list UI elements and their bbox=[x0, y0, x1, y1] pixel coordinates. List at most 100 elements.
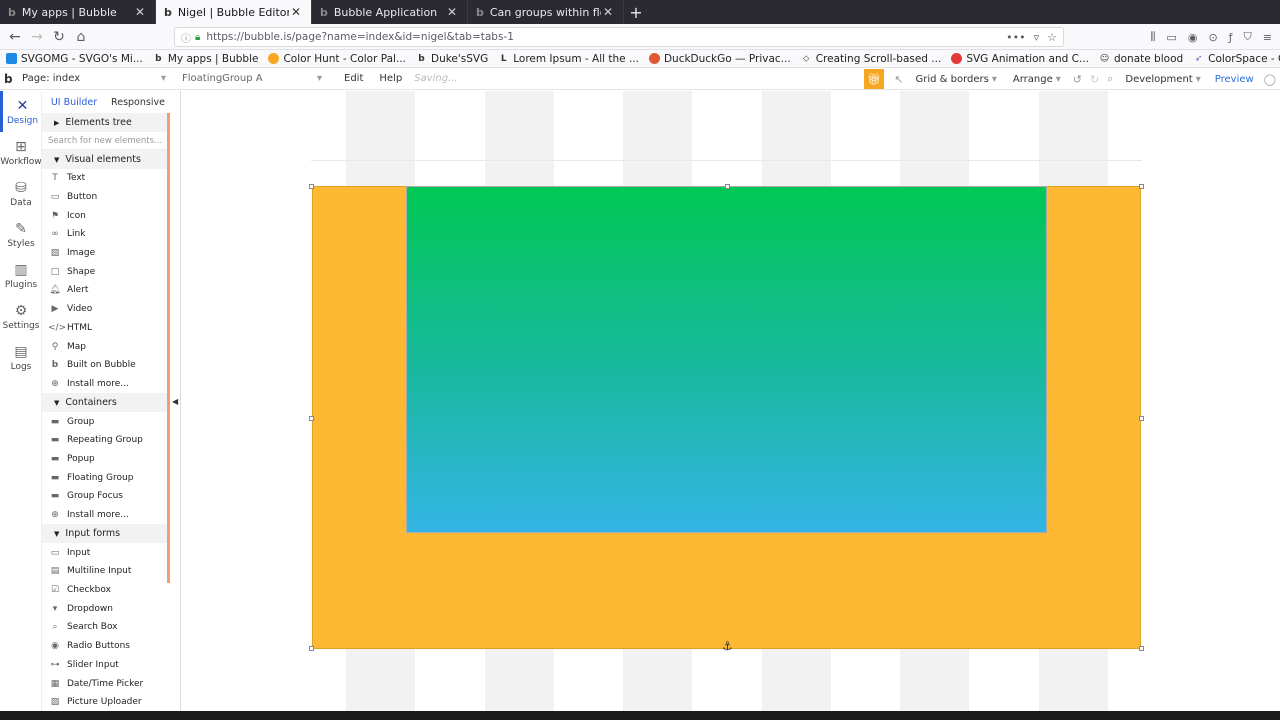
menu-edit[interactable]: Edit bbox=[344, 73, 363, 84]
bookmark-item[interactable]: DuckDuckGo — Privac... bbox=[648, 53, 791, 65]
pocket-icon[interactable]: ▿ bbox=[1034, 31, 1040, 44]
bookmark-item[interactable]: b Duke'sSVG bbox=[416, 53, 488, 65]
palette-scrollbar[interactable] bbox=[167, 113, 170, 583]
close-icon[interactable]: ✕ bbox=[601, 5, 615, 19]
arrange-menu[interactable]: Arrange ▾ bbox=[1013, 74, 1061, 85]
palette-item-radio-buttons[interactable]: ◉ Radio Buttons bbox=[42, 637, 170, 656]
palette-item-text[interactable]: T Text bbox=[42, 169, 170, 188]
visual-elements-header[interactable]: ▼ Visual elements bbox=[42, 150, 170, 169]
close-icon[interactable]: ✕ bbox=[289, 5, 303, 19]
element-selector[interactable]: FloatingGroup A ▾ bbox=[182, 73, 322, 84]
shield-icon[interactable]: ⛉ bbox=[1244, 30, 1252, 44]
palette-item-popup[interactable]: ▬ Popup bbox=[42, 450, 170, 469]
environment-selector[interactable]: Development ▾ bbox=[1125, 74, 1200, 85]
palette-item-image[interactable]: ▨ Image bbox=[42, 244, 170, 263]
bookmark-item[interactable]: ☺ donate blood bbox=[1099, 53, 1183, 65]
bookmark-item[interactable]: ⬦ Creating Scroll-based ... bbox=[801, 53, 941, 65]
bookmark-item[interactable]: SVGOMG - SVGO's Mi... bbox=[6, 53, 143, 65]
url-text[interactable]: https://bubble.is/page?name=index&id=nig… bbox=[206, 31, 1006, 43]
palette-item-checkbox[interactable]: ☑ Checkbox bbox=[42, 581, 170, 600]
redo-icon[interactable]: ↻ bbox=[1090, 73, 1099, 86]
gift-icon[interactable]: 🎁︎ bbox=[864, 69, 885, 89]
anchor-icon[interactable]: ⚓︎ bbox=[722, 639, 733, 653]
tool-logs[interactable]: ▤ Logs bbox=[0, 337, 42, 378]
reload-icon[interactable]: ↻ bbox=[48, 26, 70, 48]
library-icon[interactable]: ⫼ bbox=[1150, 30, 1155, 44]
resize-handle[interactable] bbox=[1139, 416, 1144, 421]
bookmark-item[interactable]: L Lorem Ipsum - All the ... bbox=[498, 53, 639, 65]
close-icon[interactable]: ✕ bbox=[133, 5, 147, 19]
user-avatar-icon[interactable]: ◯ bbox=[1264, 73, 1276, 86]
browser-tab-editor[interactable]: b Nigel | Bubble Editor ✕ bbox=[156, 0, 312, 24]
browser-tab-forum[interactable]: b Can groups within floati ✕ bbox=[468, 0, 624, 24]
search-elements-input[interactable]: Search for new elements... bbox=[42, 132, 170, 150]
tool-data[interactable]: ⛁ Data bbox=[0, 173, 42, 214]
input-forms-header[interactable]: ▼ Input forms bbox=[42, 524, 170, 544]
tool-plugins[interactable]: ▥ Plugins bbox=[0, 255, 42, 296]
preview-button[interactable]: Preview bbox=[1215, 74, 1254, 85]
function-icon[interactable]: ƒ bbox=[1229, 31, 1233, 44]
sidebar-icon[interactable]: ▭ bbox=[1166, 31, 1176, 44]
palette-item-date-time-picker[interactable]: ▦ Date/Time Picker bbox=[42, 674, 170, 693]
new-tab-button[interactable]: + bbox=[624, 0, 648, 24]
palette-item-button[interactable]: ▭ Button bbox=[42, 188, 170, 207]
close-icon[interactable]: ✕ bbox=[445, 5, 459, 19]
browser-tab-my-apps[interactable]: b My apps | Bubble ✕ bbox=[0, 0, 156, 24]
account-icon[interactable]: ◉ bbox=[1188, 31, 1198, 44]
palette-item-link[interactable]: ∞ Link bbox=[42, 225, 170, 244]
palette-item-repeating-group[interactable]: ▬ Repeating Group bbox=[42, 431, 170, 450]
inner-group[interactable] bbox=[406, 186, 1047, 533]
url-bar[interactable]: ⓘ 🔒︎ https://bubble.is/page?name=index&i… bbox=[174, 27, 1064, 47]
home-icon[interactable]: ⌂ bbox=[70, 26, 92, 48]
resize-handle[interactable] bbox=[1139, 646, 1144, 651]
palette-item-multiline-input[interactable]: ▤ Multiline Input bbox=[42, 562, 170, 581]
palette-item-slider-input[interactable]: ⊶ Slider Input bbox=[42, 656, 170, 675]
tool-workflow[interactable]: ⊞ Workflow bbox=[0, 132, 42, 173]
bookmark-item[interactable]: ➶ColorSpace - Color Pa... bbox=[1193, 53, 1280, 65]
page-actions-icon[interactable]: ••• bbox=[1006, 31, 1025, 44]
palette-item-search-box[interactable]: ⌕ Search Box bbox=[42, 618, 170, 637]
resize-handle[interactable] bbox=[725, 184, 730, 189]
palette-item-floating-group[interactable]: ▬ Floating Group bbox=[42, 468, 170, 487]
resize-handle[interactable] bbox=[309, 184, 314, 189]
search-icon[interactable]: ⌕ bbox=[1107, 72, 1113, 86]
resize-handle[interactable] bbox=[1139, 184, 1144, 189]
bubble-logo-icon[interactable]: b bbox=[4, 72, 22, 86]
palette-item-video[interactable]: ▶ Video bbox=[42, 300, 170, 319]
elements-tree-toggle[interactable]: ▶ Elements tree bbox=[42, 113, 170, 132]
palette-item-map[interactable]: ⚲ Map bbox=[42, 337, 170, 356]
palette-item-icon[interactable]: ⚑ Icon bbox=[42, 206, 170, 225]
palette-item-input[interactable]: ▭ Input bbox=[42, 543, 170, 562]
menu-icon[interactable]: ≡ bbox=[1263, 31, 1272, 44]
palette-item-alert[interactable]: 🔔︎ Alert bbox=[42, 281, 170, 300]
tool-styles[interactable]: ✎ Styles bbox=[0, 214, 42, 255]
palette-item-built-on-bubble[interactable]: b Built on Bubble bbox=[42, 356, 170, 375]
containers-header[interactable]: ▼ Containers bbox=[42, 393, 170, 413]
resize-handle[interactable] bbox=[309, 416, 314, 421]
resize-handle[interactable] bbox=[309, 646, 314, 651]
collapse-panel-icon[interactable]: ◀ bbox=[172, 397, 178, 406]
info-icon[interactable]: ⓘ bbox=[181, 30, 191, 45]
bookmark-item[interactable]: Color Hunt - Color Pal... bbox=[268, 53, 406, 65]
palette-item-dropdown[interactable]: ▾ Dropdown bbox=[42, 599, 170, 618]
bookmark-star-icon[interactable]: ☆ bbox=[1047, 31, 1057, 44]
bookmark-item[interactable]: SVG Animation and C... bbox=[951, 53, 1089, 65]
palette-item-picture-uploader[interactable]: ▨ Picture Uploader bbox=[42, 693, 170, 711]
browser-tab-application[interactable]: b Bubble Application ✕ bbox=[312, 0, 468, 24]
palette-item-shape[interactable]: □ Shape bbox=[42, 262, 170, 281]
palette-item-install-more[interactable]: ⊕ Install more... bbox=[42, 375, 170, 394]
tool-settings[interactable]: ⚙ Settings bbox=[0, 296, 42, 337]
palette-item-group[interactable]: ▬ Group bbox=[42, 412, 170, 431]
grid-borders-menu[interactable]: Grid & borders ▾ bbox=[915, 74, 996, 85]
tool-design[interactable]: ✕ Design bbox=[0, 91, 42, 132]
menu-help[interactable]: Help bbox=[379, 73, 402, 84]
back-icon[interactable]: ← bbox=[4, 26, 26, 48]
forward-icon[interactable]: → bbox=[26, 26, 48, 48]
page-selector[interactable]: Page: index ▾ bbox=[22, 73, 172, 84]
palette-item-html[interactable]: </> HTML bbox=[42, 319, 170, 338]
tab-ui-builder[interactable]: UI Builder bbox=[42, 97, 106, 108]
palette-item-install-more[interactable]: ⊕ Install more... bbox=[42, 506, 170, 525]
undo-icon[interactable]: ↺ bbox=[1073, 73, 1082, 86]
pointer-icon[interactable]: ↖ bbox=[894, 73, 903, 86]
tab-responsive[interactable]: Responsive bbox=[106, 97, 170, 108]
